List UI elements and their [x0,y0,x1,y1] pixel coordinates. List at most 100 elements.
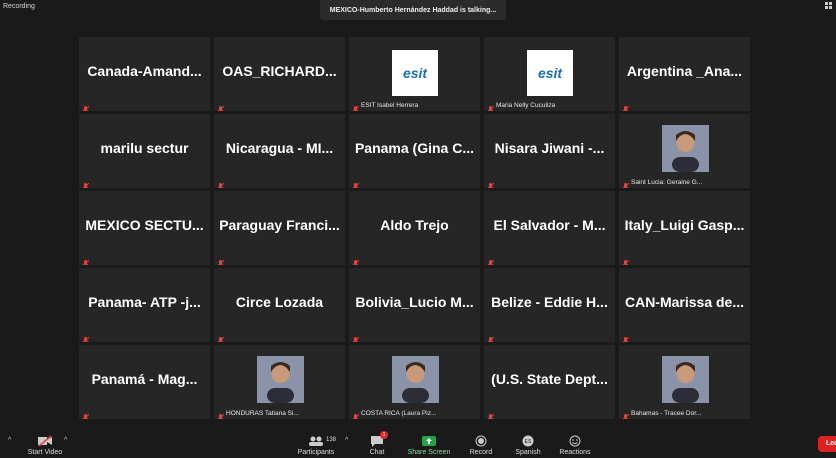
interpretation-spanish-button[interactable]: ES Spanish [512,435,544,456]
participants-count: 138 [326,437,337,443]
participant-name: Circe Lozada [235,294,324,310]
esit-logo: esit [392,50,438,96]
share-screen-label: Share Screen [407,449,451,456]
video-options-caret[interactable]: ^ [64,437,67,444]
mic-muted-icon [82,255,90,265]
participant-name: Belize - Eddie H... [491,294,608,310]
participant-tile[interactable]: Panamá - Mag... [79,345,210,419]
recording-indicator: Recording [3,3,35,10]
participant-name: MEXICO SECTU... [85,217,204,233]
svg-text:ES: ES [525,439,532,445]
participant-label: Saint Lucia: Geraine G... [631,179,703,186]
participant-tile[interactable]: marilu sectur [79,114,210,188]
participant-label: HONDURAS Tatiana Si... [226,410,299,417]
participant-tile[interactable]: COSTA RICA (Laura Piz... [349,345,480,419]
mic-muted-icon [217,332,225,342]
participant-tile[interactable]: Belize - Eddie H... [484,268,615,342]
participant-tile[interactable]: CAN-Marissa de... [619,268,750,342]
participant-tile[interactable]: Canada-Amand... [79,37,210,111]
mic-muted-icon [622,178,630,188]
participant-tile[interactable]: Nisara Jiwani -... [484,114,615,188]
mic-muted-icon [487,178,495,188]
mic-muted-icon [487,101,495,111]
participant-tile[interactable]: (U.S. State Dept... [484,345,615,419]
participant-photo [662,125,709,172]
participant-name: Paraguay Franci... [219,217,340,233]
participant-tile[interactable]: Bahamas - Tracee Dor... [619,345,750,419]
participant-tile[interactable]: Panama (Gina C... [349,114,480,188]
participant-photo [257,356,304,403]
esit-logo-text: esit [402,65,428,81]
start-video-label: Start Video [27,449,63,456]
start-video-button[interactable]: Start Video [27,435,63,456]
mic-muted-icon [352,409,360,419]
participant-name: Canada-Amand... [87,63,202,79]
reactions-icon [569,435,581,447]
active-speaker-banner: MEXICO-Humberto Hernández Haddad is talk… [320,0,506,20]
participant-label: Maria Nelly Cuculiza [496,102,556,109]
participant-label: ESIT Isabel Herrera [361,102,419,109]
participant-grid: Canada-Amand... OAS_RICHARD... esit ESIT Is… [79,37,750,419]
mic-muted-icon [352,332,360,342]
mic-muted-icon [82,332,90,342]
participant-label: COSTA RICA (Laura Piz... [361,410,437,417]
leave-button[interactable]: Lea [818,436,836,452]
record-label: Record [469,449,493,456]
participant-name: Argentina _Ana... [626,63,743,79]
mic-muted-icon [352,101,360,111]
participant-name: Nisara Jiwani -... [494,140,605,156]
mic-muted-icon [622,101,630,111]
participant-name: Italy_Luigi Gasp... [624,217,745,233]
participants-icon [309,436,323,446]
share-screen-icon [422,436,436,446]
participant-tile[interactable]: esit ESIT Isabel Herrera [349,37,480,111]
record-button[interactable]: Record [466,435,496,456]
mic-muted-icon [622,409,630,419]
participant-tile[interactable]: Argentina _Ana... [619,37,750,111]
participant-tile[interactable]: HONDURAS Tatiana Si... [214,345,345,419]
participant-tile[interactable]: OAS_RICHARD... [214,37,345,111]
share-screen-button[interactable]: Share Screen [407,435,451,456]
mic-muted-icon [487,332,495,342]
chat-badge: 1 [380,431,388,439]
audio-options-caret[interactable]: ^ [8,437,11,444]
mic-muted-icon [217,255,225,265]
mic-muted-icon [82,178,90,188]
participant-name: Aldo Trejo [380,217,449,233]
participant-tile[interactable]: El Salvador - M... [484,191,615,265]
participant-name: Panama (Gina C... [354,140,475,156]
participant-name: (U.S. State Dept... [491,371,608,387]
reactions-button[interactable]: Reactions [558,435,592,456]
participant-tile[interactable]: Panama- ATP -j... [79,268,210,342]
participant-name: Panamá - Mag... [91,371,198,387]
mic-muted-icon [82,409,90,419]
video-off-icon [38,435,52,447]
participant-tile[interactable]: esit Maria Nelly Cuculiza [484,37,615,111]
mic-muted-icon [352,178,360,188]
participant-tile[interactable]: Saint Lucia: Geraine G... [619,114,750,188]
view-grid-icon[interactable] [825,2,833,10]
mic-muted-icon [217,409,225,419]
participant-photo [392,356,439,403]
participant-tile[interactable]: Bolivia_Lucio M... [349,268,480,342]
participants-caret[interactable]: ^ [345,437,348,444]
mic-muted-icon [217,178,225,188]
participants-label: Participants [297,449,335,456]
participant-tile[interactable]: Aldo Trejo [349,191,480,265]
participant-tile[interactable]: Circe Lozada [214,268,345,342]
participant-label: Bahamas - Tracee Dor... [631,410,702,417]
participant-name: marilu sectur [100,140,189,156]
spanish-label: Spanish [515,449,541,456]
participant-tile[interactable]: Paraguay Franci... [214,191,345,265]
participant-tile[interactable]: Italy_Luigi Gasp... [619,191,750,265]
record-icon [475,435,487,447]
participant-tile[interactable]: Nicaragua - MI... [214,114,345,188]
reactions-label: Reactions [559,449,591,456]
chat-label: Chat [369,449,385,456]
esit-logo: esit [527,50,573,96]
mic-muted-icon [487,409,495,419]
participant-name: CAN-Marissa de... [624,294,745,310]
participant-name: Nicaragua - MI... [225,140,334,156]
language-icon: ES [522,435,534,447]
participant-tile[interactable]: MEXICO SECTU... [79,191,210,265]
